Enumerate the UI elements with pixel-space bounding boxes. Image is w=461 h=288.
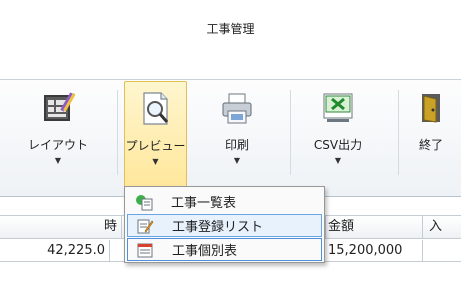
chevron-down-icon: ▼ xyxy=(334,156,342,165)
preview-dropdown-menu: 工事一覧表 工事登録リスト 工事個別表 xyxy=(124,186,325,263)
csv-export-button[interactable]: CSV出力 ▼ xyxy=(300,81,376,191)
menu-item-label: 工事個別表 xyxy=(172,244,238,259)
column-header[interactable]: 金額 xyxy=(326,216,423,238)
ribbon-toolbar: レイアウト ▼ プレビュー ▼ 印刷 ▼ CSV出力 ▼ 終了 xyxy=(0,79,461,197)
table-cell: 15,200,000 xyxy=(326,240,423,261)
printer-icon xyxy=(219,90,255,126)
column-header[interactable]: 時 xyxy=(0,216,122,238)
exit-button[interactable]: 終了 xyxy=(406,81,456,191)
chevron-down-icon: ▼ xyxy=(152,157,159,166)
column-header[interactable]: 入 xyxy=(423,216,461,238)
register-list-icon xyxy=(137,219,154,233)
chevron-down-icon: ▼ xyxy=(54,156,62,165)
ribbon-separator xyxy=(398,90,399,175)
list-report-icon xyxy=(136,194,153,210)
csv-export-icon xyxy=(320,90,356,126)
exit-button-label: 終了 xyxy=(418,138,443,152)
individual-report-icon xyxy=(137,243,153,257)
layout-icon xyxy=(40,90,76,126)
ribbon-separator xyxy=(117,90,118,175)
print-button-label: 印刷 xyxy=(224,138,249,152)
csv-export-button-label: CSV出力 xyxy=(313,138,363,152)
layout-button-label: レイアウト xyxy=(27,138,88,152)
preview-magnifier-icon xyxy=(138,91,174,127)
ribbon-separator xyxy=(290,90,291,175)
menu-item-label: 工事登録リスト xyxy=(172,220,264,235)
table-cell: 42,225.0 xyxy=(0,240,110,261)
print-button[interactable]: 印刷 ▼ xyxy=(208,81,266,191)
menu-item-register-list[interactable]: 工事登録リスト xyxy=(127,214,322,237)
preview-button[interactable]: プレビュー ▼ xyxy=(124,81,187,191)
exit-door-icon xyxy=(413,90,449,126)
menu-item-individual-report[interactable]: 工事個別表 xyxy=(127,238,322,261)
chevron-down-icon: ▼ xyxy=(233,156,241,165)
preview-button-label: プレビュー xyxy=(125,139,186,153)
layout-button[interactable]: レイアウト ▼ xyxy=(22,81,94,191)
menu-item-list-report[interactable]: 工事一覧表 xyxy=(127,190,322,213)
window-title: 工事管理 xyxy=(206,22,255,36)
menu-item-label: 工事一覧表 xyxy=(171,196,237,211)
